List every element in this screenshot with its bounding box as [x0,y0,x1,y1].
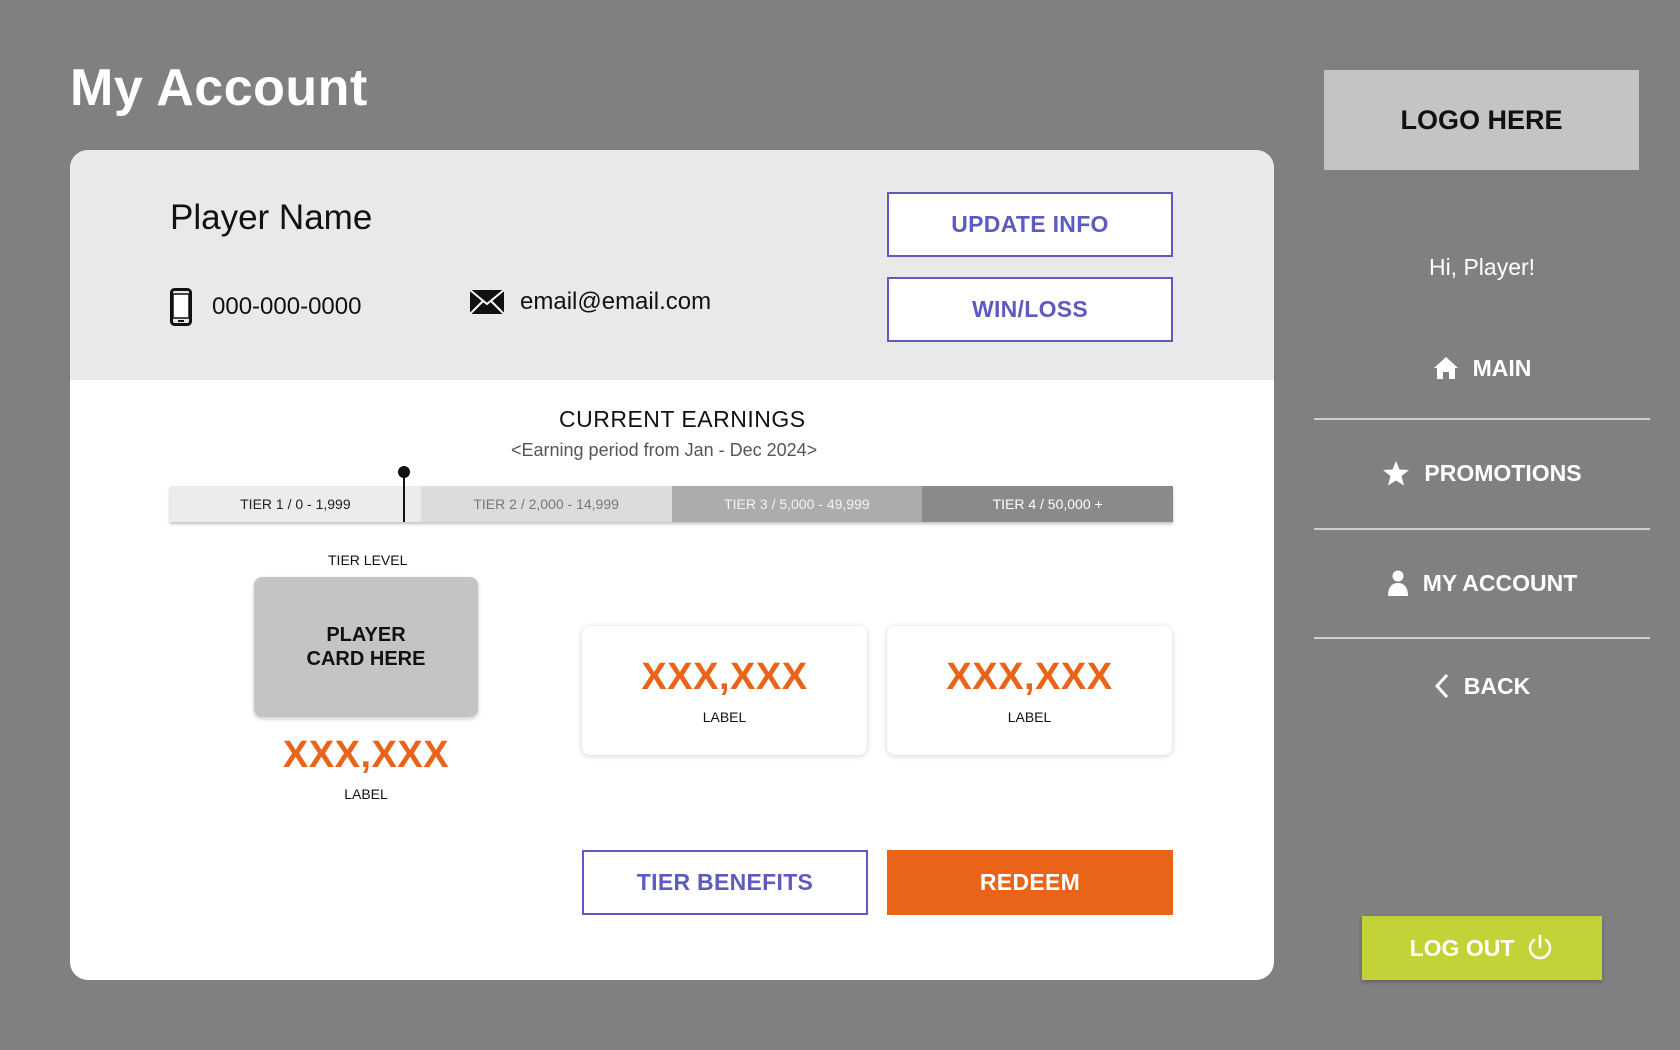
redeem-button[interactable]: REDEEM [887,850,1173,915]
stat-value: XXX,XXX [641,656,808,698]
earnings-title: CURRENT EARNINGS [559,406,806,432]
home-icon [1433,357,1458,379]
player-card-line-1: PLAYER [326,624,406,646]
greeting: Hi, Player! [1428,254,1536,280]
chevron-left-icon [1434,673,1448,699]
email-address: email@email.com [520,288,712,315]
win-loss-button[interactable]: WIN/LOSS [887,277,1173,342]
tier-points-label: LABEL [344,786,388,802]
update-info-button[interactable]: UPDATE INFO [887,192,1173,257]
nav-divider [1314,637,1650,639]
stat-label: LABEL [702,709,747,725]
nav-divider [1314,528,1650,530]
stat-label: LABEL [1007,709,1052,725]
nav-item-label: PROMOTIONS [1424,459,1582,486]
account-card: Player Name 000-000-0000 email@email.com… [70,150,1274,980]
player-info-header: Player Name 000-000-0000 email@email.com… [70,150,1274,380]
stat-value: XXX,XXX [946,656,1113,698]
nav-item-label: MAIN [1472,354,1532,381]
user-icon [1387,570,1408,596]
envelope-icon [470,290,504,314]
log-out-label: LOG OUT [1409,934,1515,961]
logo-placeholder: LOGO HERE [1324,70,1639,170]
tier-benefits-button[interactable]: TIER BENEFITS [582,850,868,915]
tier-segment-3: TIER 3 / 5,000 - 49,999 [671,486,923,522]
player-name: Player Name [170,198,373,237]
nav-item-main[interactable]: MAIN [1314,350,1650,386]
nav-item-my-account[interactable]: MY ACCOUNT [1314,565,1650,601]
tier-segment-1: TIER 1 / 0 - 1,999 [170,486,421,522]
star-icon [1383,461,1410,486]
earnings-marker-dot [398,466,410,478]
nav-item-label: MY ACCOUNT [1422,569,1578,596]
earnings-period: <Earning period from Jan - Dec 2024> [511,440,818,460]
log-out-button[interactable]: LOG OUT [1362,916,1602,980]
power-icon [1529,934,1552,960]
tier-level-label: TIER LEVEL [328,552,408,568]
tier-points-value: XXX,XXX [282,734,450,776]
email-row: email@email.com [470,288,711,316]
nav-item-back[interactable]: BACK [1314,668,1650,704]
stat-card-2: XXX,XXX LABEL [887,626,1172,755]
nav-divider [1314,418,1650,420]
nav-item-promotions[interactable]: PROMOTIONS [1314,455,1650,491]
tier-progress-bar: TIER 1 / 0 - 1,999 TIER 2 / 2,000 - 14,9… [170,486,1173,522]
player-card-placeholder: PLAYER CARD HERE [254,577,478,717]
phone-number: 000-000-0000 [212,293,362,320]
page-title: My Account [70,59,368,117]
tier-segment-4: TIER 4 / 50,000 + [922,486,1173,522]
tier-segment-2: TIER 2 / 2,000 - 14,999 [420,486,672,522]
player-card-line-2: CARD HERE [306,648,426,670]
phone-row: 000-000-0000 [170,288,361,326]
nav-item-label: BACK [1463,672,1531,699]
mobile-phone-icon [170,288,192,326]
stat-card-1: XXX,XXX LABEL [582,626,867,755]
